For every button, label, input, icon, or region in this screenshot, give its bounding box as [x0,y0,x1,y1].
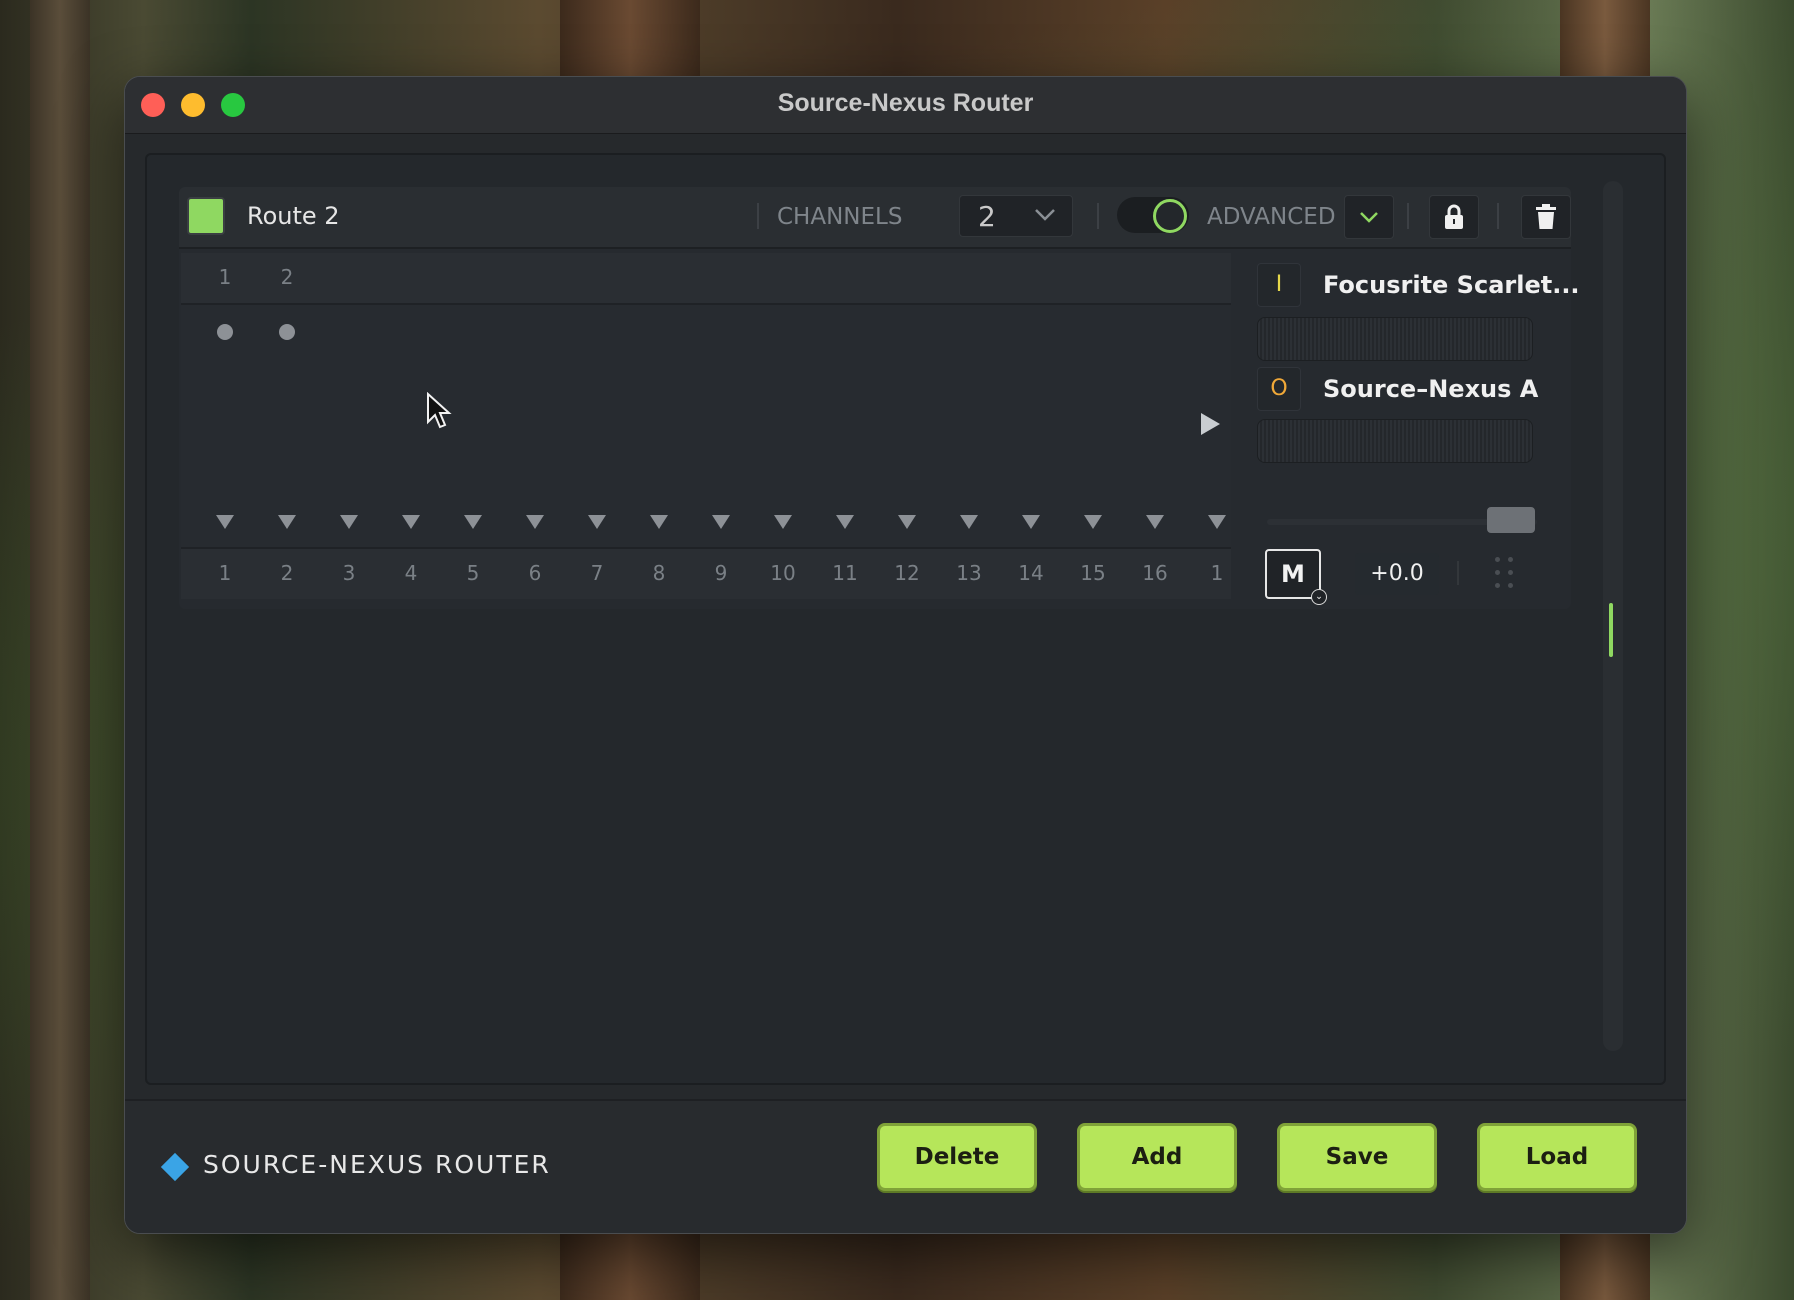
destination-channel-number: 4 [404,561,418,585]
destination-channel-node[interactable] [464,515,482,529]
channels-value: 2 [978,200,996,233]
divider [1097,203,1099,229]
brand-name: SOURCE-NEXUS ROUTER [203,1150,551,1179]
scrollbar-indicator[interactable] [1609,603,1613,657]
destination-channel-number: 1 [1210,561,1224,585]
destination-channel-header: 1 2 3 4 5 6 7 8 9 10 11 12 13 14 15 16 1 [181,547,1231,599]
output-device-name[interactable]: Source–Nexus A [1323,375,1538,403]
chevron-down-icon: ⌄ [1311,589,1327,605]
destination-channel-number: 5 [466,561,480,585]
destination-channel-node[interactable] [1084,515,1102,529]
lock-button[interactable] [1429,195,1479,239]
destination-channel-node[interactable] [836,515,854,529]
destination-channel-number: 14 [1018,561,1044,585]
route-header: Route 2 CHANNELS 2 ADVANCED [179,187,1571,249]
scrollbar-track[interactable] [1603,181,1623,1051]
output-badge: O [1257,367,1301,411]
input-level-meter [1257,317,1533,361]
toggle-knob [1153,199,1187,233]
brand-logo-icon [160,1152,190,1182]
destination-channel-node[interactable] [1022,515,1040,529]
destination-channel-node[interactable] [278,515,296,529]
source-channel-node[interactable] [279,324,295,340]
advanced-label: ADVANCED [1207,204,1336,230]
source-channel-header: 1 2 [181,253,1231,305]
routes-panel: Route 2 CHANNELS 2 ADVANCED 1 2 1 2 3 4 … [145,153,1666,1085]
destination-channel-node[interactable] [774,515,792,529]
destination-channel-node[interactable] [216,515,234,529]
mouse-pointer-icon [427,392,452,429]
mute-button[interactable]: M ⌄ [1265,549,1327,605]
delete-route-button[interactable] [1521,195,1571,239]
destination-channel-node[interactable] [340,515,358,529]
destination-channel-number: 11 [832,561,858,585]
destination-channel-node[interactable] [1208,515,1226,529]
destination-channel-number: 9 [714,561,728,585]
chevron-down-icon [1035,209,1055,221]
destination-channel-number: 12 [894,561,920,585]
destination-channel-number: 2 [280,561,294,585]
destination-channel-number: 16 [1142,561,1168,585]
input-device-name[interactable]: Focusrite Scarlet... [1323,271,1580,299]
lock-icon [1445,204,1463,229]
source-channel-number: 2 [280,265,294,289]
route-name[interactable]: Route 2 [247,202,340,230]
save-button[interactable]: Save [1277,1123,1437,1191]
footer-bar: SOURCE-NEXUS ROUTER Delete Add Save Load [125,1099,1686,1233]
chevron-down-icon [1360,212,1378,223]
source-channel-number: 1 [218,265,232,289]
trash-icon [1536,204,1556,229]
divider [1407,203,1409,229]
play-icon[interactable] [1201,413,1220,435]
destination-channel-node[interactable] [402,515,420,529]
destination-channel-node[interactable] [526,515,544,529]
divider [1497,203,1499,229]
destination-channel-number: 7 [590,561,604,585]
route-color-swatch[interactable] [187,197,225,235]
source-channel-node[interactable] [217,324,233,340]
destination-channel-node[interactable] [960,515,978,529]
destination-channel-node[interactable] [712,515,730,529]
routing-matrix: 1 2 1 2 3 4 5 6 7 8 9 10 11 12 13 14 15 16 1 [181,253,1231,599]
gain-value[interactable]: +0.0 [1355,553,1439,595]
app-window: Source-Nexus Router Route 2 CHANNELS 2 A… [124,76,1687,1234]
destination-channel-node[interactable] [588,515,606,529]
mute-label: M [1281,560,1305,588]
destination-channel-number: 13 [956,561,982,585]
destination-channel-node[interactable] [1146,515,1164,529]
channels-select[interactable]: 2 [959,195,1073,237]
volume-slider-thumb[interactable] [1487,507,1535,533]
destination-channel-node[interactable] [898,515,916,529]
destination-channel-number: 8 [652,561,666,585]
window-title: Source-Nexus Router [777,89,1034,117]
destination-channel-number: 15 [1080,561,1106,585]
channels-label: CHANNELS [777,204,903,230]
advanced-dropdown-button[interactable] [1344,195,1394,239]
add-button[interactable]: Add [1077,1123,1237,1191]
divider [1457,561,1459,585]
device-panel: I Focusrite Scarlet... O Source–Nexus A … [1257,253,1580,605]
input-badge: I [1257,263,1301,307]
divider [757,203,759,229]
destination-channel-number: 6 [528,561,542,585]
drag-handle-icon[interactable] [1493,555,1517,591]
destination-channel-node[interactable] [650,515,668,529]
titlebar: Source-Nexus Router [125,77,1686,134]
destination-channel-number: 3 [342,561,356,585]
destination-channel-number: 10 [770,561,796,585]
advanced-toggle[interactable] [1117,197,1189,233]
delete-button[interactable]: Delete [877,1123,1037,1191]
load-button[interactable]: Load [1477,1123,1637,1191]
output-level-meter [1257,419,1533,463]
background-trunk [30,0,90,1300]
destination-channel-number: 1 [218,561,232,585]
route-card: Route 2 CHANNELS 2 ADVANCED 1 2 1 2 3 4 … [179,187,1580,609]
